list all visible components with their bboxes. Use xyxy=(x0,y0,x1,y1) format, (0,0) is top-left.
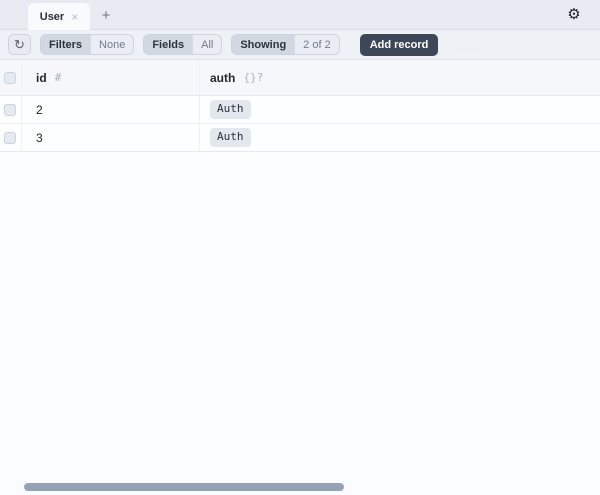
relation-badge[interactable]: Auth xyxy=(210,128,251,146)
table-header-row: id # auth {}? xyxy=(0,60,600,96)
showing-control[interactable]: Showing 2 of 2 xyxy=(231,34,339,55)
toolbar: ↻ Filters None Fields All Showing 2 of 2… xyxy=(0,30,600,60)
settings-button[interactable]: ⚙ xyxy=(565,4,583,24)
row-checkbox[interactable] xyxy=(4,132,16,144)
cell-auth[interactable]: Auth xyxy=(200,96,600,123)
fields-value: All xyxy=(192,35,221,54)
horizontal-scrollbar-thumb[interactable] xyxy=(24,483,344,491)
fields-control[interactable]: Fields All xyxy=(143,34,222,55)
filters-value: None xyxy=(90,35,133,54)
refresh-button[interactable]: ↻ xyxy=(8,34,31,55)
row-checkbox-cell xyxy=(0,124,22,151)
row-checkbox[interactable] xyxy=(4,104,16,116)
tab-user[interactable]: User × xyxy=(28,3,90,30)
relation-type-icon: {}? xyxy=(243,71,263,84)
gear-icon: ⚙ xyxy=(567,5,580,23)
records-table: id # auth {}? 2 Auth 3 xyxy=(0,60,600,152)
select-all-checkbox[interactable] xyxy=(4,72,16,84)
refresh-icon: ↻ xyxy=(14,38,25,51)
prisma-studio-window: User × + ⚙ ↻ Filters None Fields All Sho… xyxy=(0,0,600,495)
tab-user-label: User xyxy=(40,11,64,23)
cell-id[interactable]: 2 xyxy=(22,96,200,123)
plus-icon: + xyxy=(102,7,111,24)
cell-id[interactable]: 3 xyxy=(22,124,200,151)
header-checkbox-cell xyxy=(0,60,22,95)
grid-icon xyxy=(453,34,487,56)
relation-badge[interactable]: Auth xyxy=(210,100,251,118)
id-value: 3 xyxy=(36,131,43,145)
new-tab-button[interactable]: + xyxy=(95,5,117,26)
int-type-icon: # xyxy=(55,71,62,84)
filters-control[interactable]: Filters None xyxy=(40,34,134,55)
id-value: 2 xyxy=(36,103,43,117)
cell-auth[interactable]: Auth xyxy=(200,124,600,151)
showing-label: Showing xyxy=(232,35,294,54)
column-name: auth xyxy=(210,71,235,85)
tab-bar: User × + ⚙ xyxy=(0,0,600,30)
fields-label: Fields xyxy=(144,35,192,54)
column-header-auth[interactable]: auth {}? xyxy=(200,60,600,95)
filters-label: Filters xyxy=(41,35,90,54)
table-row: 2 Auth xyxy=(0,96,600,124)
row-checkbox-cell xyxy=(0,96,22,123)
column-name: id xyxy=(36,71,47,85)
close-tab-icon[interactable]: × xyxy=(71,11,78,23)
table-row: 3 Auth xyxy=(0,124,600,152)
add-record-button[interactable]: Add record xyxy=(360,34,439,56)
showing-value: 2 of 2 xyxy=(294,35,339,54)
column-header-id[interactable]: id # xyxy=(22,60,200,95)
